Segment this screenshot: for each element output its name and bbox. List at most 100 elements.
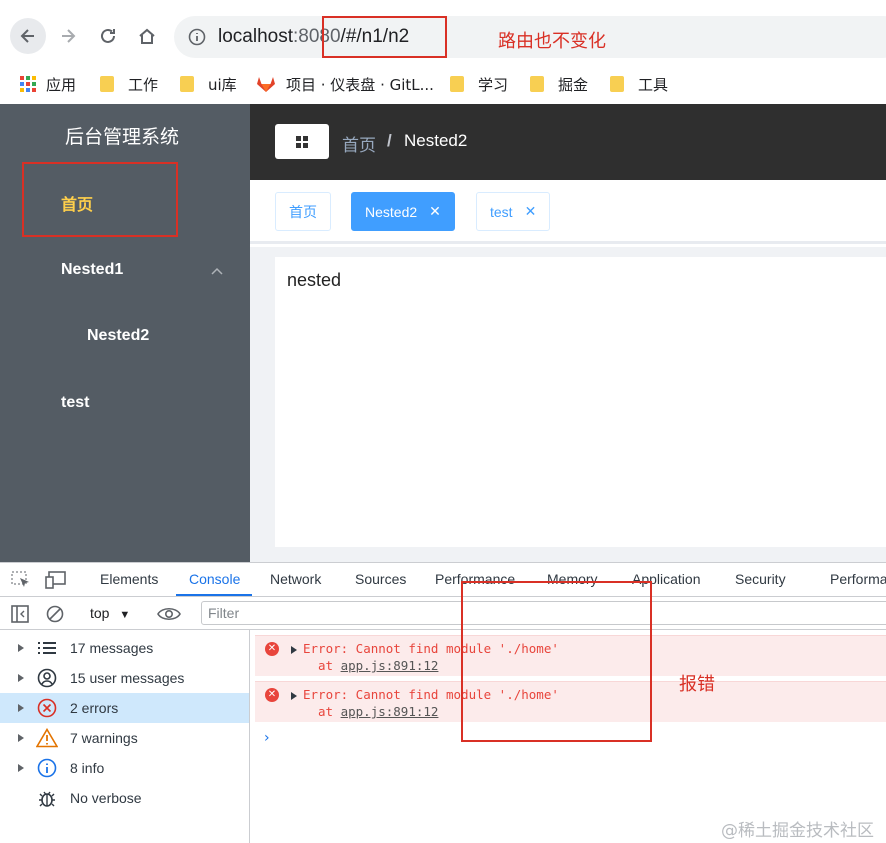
error-icon: ✕ <box>265 688 279 702</box>
bookmark-gitlab[interactable]: 项目 · 仪表盘 · GitL... <box>256 72 434 96</box>
sidebar-title: 后台管理系统 <box>65 126 180 148</box>
breadcrumb-current: Nested2 <box>404 131 468 150</box>
console-prompt[interactable]: › <box>264 730 270 746</box>
arrow-right-icon <box>62 29 76 43</box>
sidebar-item-nested1[interactable]: Nested1 <box>61 261 123 279</box>
apps-grid-icon <box>20 76 36 92</box>
console-sidebar-user-messages[interactable]: 15 user messages <box>0 663 249 693</box>
expand-arrow-icon[interactable] <box>291 692 297 700</box>
bookmark-label: 项目 · 仪表盘 · GitL... <box>286 75 434 94</box>
console-sidebar: 17 messages 15 user messages 2 errors 7 … <box>0 630 250 843</box>
info-icon <box>188 28 206 46</box>
tag-label: test <box>490 203 513 220</box>
menu-toggle-button[interactable] <box>275 124 329 159</box>
source-link[interactable]: app.js:891:12 <box>341 704 439 719</box>
console-sidebar-messages[interactable]: 17 messages <box>0 633 249 663</box>
folder-icon <box>530 76 544 92</box>
sidebar-toggle-icon[interactable] <box>11 605 29 623</box>
folder-icon <box>180 76 194 92</box>
close-icon[interactable]: ✕ <box>525 203 537 220</box>
sidebar-item-nested2[interactable]: Nested2 <box>87 327 149 345</box>
breadcrumb-home[interactable]: 首页 <box>342 131 376 156</box>
bookmark-study[interactable]: 学习 <box>450 72 508 96</box>
route-annotation-text: 路由也不变化 <box>498 31 606 52</box>
bookmarks-bar: 应用 工作 ui库 项目 · 仪表盘 · GitL... 学习 掘金 工具 <box>0 64 886 104</box>
tags-view: 首页 Nested2 ✕ test ✕ <box>250 180 886 244</box>
context-selector[interactable]: top ▼ <box>90 605 130 621</box>
bookmark-label: 工作 <box>128 75 159 94</box>
breadcrumb-separator: / <box>387 131 392 150</box>
tag-test[interactable]: test ✕ <box>476 192 551 231</box>
error-annotation-text: 报错 <box>679 674 715 695</box>
home-button[interactable] <box>129 18 165 54</box>
device-toolbar-icon[interactable] <box>45 571 67 589</box>
expand-arrow-icon[interactable] <box>291 646 297 654</box>
sidebar-label: 7 warnings <box>70 730 138 746</box>
console-sidebar-info[interactable]: 8 info <box>0 753 249 783</box>
chevron-up-icon[interactable] <box>210 266 224 276</box>
bookmark-work[interactable]: 工作 <box>100 72 158 96</box>
bookmark-label: ui库 <box>208 75 237 94</box>
close-icon[interactable]: ✕ <box>429 203 441 220</box>
watermark: @稀土掘金技术社区 <box>721 821 874 841</box>
expand-arrow-icon[interactable] <box>18 734 24 742</box>
list-icon <box>36 637 58 659</box>
console-sidebar-warnings[interactable]: 7 warnings <box>0 723 249 753</box>
reload-button[interactable] <box>90 18 126 54</box>
error-icon: ✕ <box>265 642 279 656</box>
active-tab-indicator <box>176 594 252 596</box>
reload-icon <box>101 28 115 43</box>
user-icon <box>36 667 58 689</box>
expand-arrow-icon[interactable] <box>18 674 24 682</box>
arrow-left-icon <box>20 29 34 43</box>
sidebar-label: 2 errors <box>70 700 119 716</box>
bookmark-apps[interactable]: 应用 <box>20 72 76 96</box>
folder-icon <box>100 76 114 92</box>
tag-home[interactable]: 首页 <box>275 192 331 231</box>
bookmark-tools[interactable]: 工具 <box>610 72 668 96</box>
tag-nested2[interactable]: Nested2 ✕ <box>351 192 455 231</box>
tag-label: 首页 <box>289 203 317 220</box>
clear-console-icon[interactable] <box>46 605 64 623</box>
sidebar-item-test[interactable]: test <box>61 394 89 412</box>
stack-at: at <box>318 658 334 673</box>
devtools-tab-performance-insights[interactable]: Performa <box>830 571 886 587</box>
url-host: localhost <box>218 26 293 47</box>
console-sidebar-errors[interactable]: 2 errors <box>0 693 249 723</box>
sidebar-label: 8 info <box>70 760 105 776</box>
bookmark-juejin[interactable]: 掘金 <box>530 72 588 96</box>
home-icon <box>139 28 155 44</box>
bookmark-ui-lib[interactable]: ui库 <box>180 72 237 96</box>
devtools-tab-sources[interactable]: Sources <box>355 571 406 587</box>
expand-arrow-icon[interactable] <box>18 644 24 652</box>
eye-icon[interactable] <box>157 606 181 622</box>
devtools-tab-console[interactable]: Console <box>189 571 240 587</box>
warning-icon <box>36 727 58 749</box>
home-annotation-box <box>22 162 178 237</box>
bookmark-label: 学习 <box>478 75 509 94</box>
devtools-tab-security[interactable]: Security <box>735 571 786 587</box>
console-sidebar-verbose[interactable]: No verbose <box>0 783 249 813</box>
expand-arrow-icon[interactable] <box>18 764 24 772</box>
devtools-tab-network[interactable]: Network <box>270 571 321 587</box>
folder-icon <box>450 76 464 92</box>
devtools-panel: Elements Console Network Sources Perform… <box>0 562 886 843</box>
sidebar-label: 15 user messages <box>70 670 185 686</box>
inspect-element-icon[interactable] <box>11 571 31 589</box>
gitlab-icon <box>257 77 275 92</box>
url-annotation-box <box>322 16 447 58</box>
devtools-tabbar: Elements Console Network Sources Perform… <box>0 563 886 597</box>
devtools-tab-elements[interactable]: Elements <box>100 571 158 587</box>
source-link[interactable]: app.js:891:12 <box>341 658 439 673</box>
grid-icon <box>296 135 308 148</box>
error-annotation-box <box>461 581 652 742</box>
error-icon <box>36 697 58 719</box>
content-text: nested <box>287 270 342 290</box>
main-content: nested <box>275 257 886 547</box>
expand-arrow-icon[interactable] <box>18 704 24 712</box>
console-toolbar: top ▼ Filter <box>0 597 886 630</box>
tag-label: Nested2 <box>365 203 418 220</box>
forward-button[interactable] <box>50 18 86 54</box>
bookmark-label: 应用 <box>46 75 77 94</box>
back-button[interactable] <box>10 18 46 54</box>
